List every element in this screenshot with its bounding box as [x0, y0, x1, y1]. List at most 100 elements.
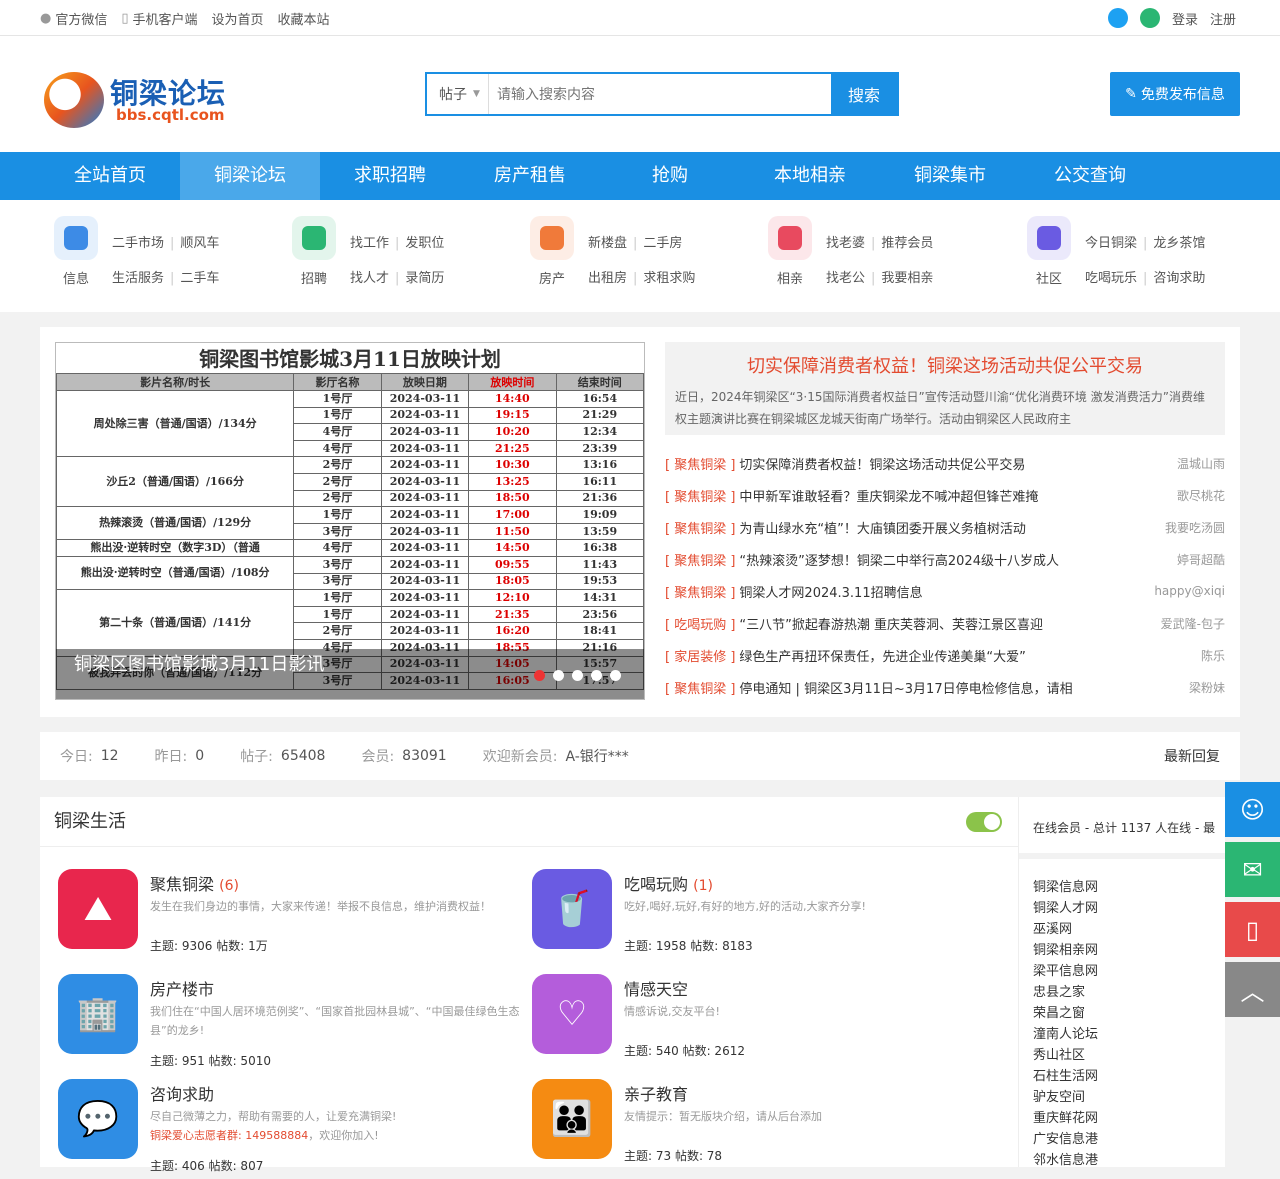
subnav-link[interactable]: 找老婆	[826, 236, 865, 251]
official-wechat-link[interactable]: ● 官方微信	[40, 9, 107, 28]
news-title[interactable]: 中甲新军谁敢轻看？重庆铜梁龙不喊冲超但锋芒难掩	[739, 486, 1038, 505]
top-icon[interactable]: ︿	[1225, 962, 1280, 1017]
subnav-link[interactable]: 龙乡茶馆	[1153, 236, 1205, 251]
search-type-select[interactable]: 帖子 ▼	[427, 74, 489, 114]
board-name[interactable]: 吃喝玩购	[624, 875, 688, 894]
news-item[interactable]: [ 聚焦铜梁 ] 停电通知 | 铜梁区3月11日~3月17日停电检修信息，请相 梁粉…	[665, 671, 1225, 703]
news-author[interactable]: 我要吃汤圆	[1165, 519, 1225, 536]
subnav-link[interactable]: 我要相亲	[881, 271, 933, 286]
nav-market[interactable]: 铜梁集市	[880, 152, 1020, 200]
news-category[interactable]: [ 吃喝玩购 ]	[665, 614, 735, 633]
news-item[interactable]: [ 家居装修 ] 绿色生产再扭环保责任，先进企业传递美巢“大爱” 陈乐	[665, 639, 1225, 671]
mobile-client-link[interactable]: ▯ 手机客户端	[121, 9, 197, 28]
board-name[interactable]: 亲子教育	[624, 1085, 688, 1104]
category-icon[interactable]	[530, 216, 574, 260]
phone-icon[interactable]: ▯	[1225, 902, 1280, 957]
news-author[interactable]: 歌尽桃花	[1177, 487, 1225, 504]
friend-link[interactable]: 铜梁人才网	[1033, 898, 1225, 919]
friend-link[interactable]: 铜梁相亲网	[1033, 940, 1225, 961]
subnav-link[interactable]: 找老公	[826, 271, 865, 286]
news-category[interactable]: [ 聚焦铜梁 ]	[665, 582, 735, 601]
nav-bus[interactable]: 公交查询	[1020, 152, 1160, 200]
news-title[interactable]: “三八节”掀起春游热潮 重庆芙蓉洞、芙蓉江景区喜迎	[739, 614, 1043, 633]
friend-link[interactable]: 秀山社区	[1033, 1045, 1225, 1066]
subnav-link[interactable]: 吃喝玩乐	[1085, 271, 1137, 286]
nav-jobs[interactable]: 求职招聘	[320, 152, 460, 200]
nav-dating[interactable]: 本地相亲	[740, 152, 880, 200]
subnav-link[interactable]: 出租房	[588, 271, 627, 286]
news-author[interactable]: happy@xiqi	[1154, 584, 1225, 598]
slider-dot[interactable]	[610, 670, 621, 681]
news-item[interactable]: [ 聚焦铜梁 ] 切实保障消费者权益！铜梁这场活动共促公平交易 温城山雨	[665, 447, 1225, 479]
friend-link[interactable]: 梁平信息网	[1033, 961, 1225, 982]
news-item[interactable]: [ 吃喝玩购 ] “三八节”掀起春游热潮 重庆芙蓉洞、芙蓉江景区喜迎 爱武隆-包子	[665, 607, 1225, 639]
category-icon[interactable]	[768, 216, 812, 260]
news-category[interactable]: [ 聚焦铜梁 ]	[665, 486, 735, 505]
news-title[interactable]: 为青山绿水充“植”！大庙镇团委开展义务植树活动	[739, 518, 1025, 537]
news-category[interactable]: [ 聚焦铜梁 ]	[665, 454, 735, 473]
subnav-link[interactable]: 推荐会员	[881, 236, 933, 251]
nav-home[interactable]: 全站首页	[40, 152, 180, 200]
category-icon[interactable]	[1027, 216, 1071, 260]
news-title[interactable]: 绿色生产再扭环保责任，先进企业传递美巢“大爱”	[739, 646, 1025, 665]
search-input[interactable]	[489, 74, 831, 114]
friend-link[interactable]: 铜梁信息网	[1033, 877, 1225, 898]
subnav-link[interactable]: 找人才	[350, 271, 389, 286]
friend-link[interactable]: 忠县之家	[1033, 982, 1225, 1003]
subnav-link[interactable]: 二手房	[643, 236, 682, 251]
nav-flash-sale[interactable]: 抢购	[600, 152, 740, 200]
friend-link[interactable]: 巫溪网	[1033, 919, 1225, 940]
category-label[interactable]: 招聘	[292, 268, 336, 287]
news-author[interactable]: 陈乐	[1201, 647, 1225, 664]
category-label[interactable]: 信息	[54, 268, 98, 287]
news-title[interactable]: 停电通知 | 铜梁区3月11日~3月17日停电检修信息，请相	[739, 678, 1072, 697]
category-label[interactable]: 相亲	[768, 268, 812, 287]
friend-link[interactable]: 荣昌之窗	[1033, 1003, 1225, 1024]
set-homepage-link[interactable]: 设为首页	[212, 9, 264, 28]
news-item[interactable]: [ 聚焦铜梁 ] 为青山绿水充“植”！大庙镇团委开展义务植树活动 我要吃汤圆	[665, 511, 1225, 543]
subnav-link[interactable]: 找工作	[350, 236, 389, 251]
register-link[interactable]: 注册	[1210, 9, 1236, 28]
category-icon[interactable]	[292, 216, 336, 260]
news-category[interactable]: [ 聚焦铜梁 ]	[665, 678, 735, 697]
friend-link[interactable]: 邻水信息港	[1033, 1150, 1225, 1171]
subnav-link[interactable]: 今日铜梁	[1085, 236, 1137, 251]
news-author[interactable]: 温城山雨	[1177, 455, 1225, 472]
friend-link[interactable]: 石柱生活网	[1033, 1066, 1225, 1087]
subnav-link[interactable]: 求租求购	[643, 271, 695, 286]
wechat-login-icon[interactable]	[1139, 8, 1160, 28]
slider-dot[interactable]	[591, 670, 602, 681]
news-title[interactable]: “热辣滚烫”逐梦想！铜梁二中举行高2024级十八岁成人	[739, 550, 1059, 569]
category-label[interactable]: 房产	[530, 268, 574, 287]
subnav-link[interactable]: 咨询求助	[1153, 271, 1205, 286]
news-item[interactable]: [ 聚焦铜梁 ] “热辣滚烫”逐梦想！铜梁二中举行高2024级十八岁成人 婷哥超酷	[665, 543, 1225, 575]
board-name[interactable]: 咨询求助	[150, 1085, 214, 1104]
login-link[interactable]: 登录	[1172, 9, 1198, 28]
board-name[interactable]: 聚焦铜梁	[150, 875, 214, 894]
friend-link[interactable]: 重庆鲜花网	[1033, 1108, 1225, 1129]
nav-forum[interactable]: 铜梁论坛	[180, 152, 320, 200]
news-author[interactable]: 梁粉妹	[1189, 679, 1225, 696]
news-item[interactable]: [ 聚焦铜梁 ] 铜梁人才网2024.3.11招聘信息 happy@xiqi	[665, 575, 1225, 607]
subnav-link[interactable]: 二手车	[180, 271, 219, 286]
service-icon[interactable]: ☺	[1225, 782, 1280, 837]
board-icon[interactable]: ⛰	[58, 869, 138, 949]
subnav-link[interactable]: 新楼盘	[588, 236, 627, 251]
qq-login-icon[interactable]	[1107, 8, 1128, 28]
board-name[interactable]: 房产楼市	[150, 980, 214, 999]
board-name[interactable]: 情感天空	[624, 980, 688, 999]
news-category[interactable]: [ 聚焦铜梁 ]	[665, 518, 735, 537]
slider-dot[interactable]	[553, 670, 564, 681]
category-label[interactable]: 社区	[1027, 268, 1071, 287]
board-icon[interactable]: 💬	[58, 1079, 138, 1159]
collapse-toggle[interactable]	[966, 812, 1002, 832]
subnav-link[interactable]: 录简历	[405, 271, 444, 286]
friend-link[interactable]: 广安信息港	[1033, 1129, 1225, 1150]
latest-replies-link[interactable]: 最新回复	[1164, 746, 1220, 766]
search-button[interactable]: 搜索	[831, 74, 897, 114]
slider-dot[interactable]	[572, 670, 583, 681]
news-category[interactable]: [ 家居装修 ]	[665, 646, 735, 665]
subnav-link[interactable]: 发职位	[405, 236, 444, 251]
board-icon[interactable]: ♡	[532, 974, 612, 1054]
news-author[interactable]: 爱武隆-包子	[1161, 615, 1225, 632]
